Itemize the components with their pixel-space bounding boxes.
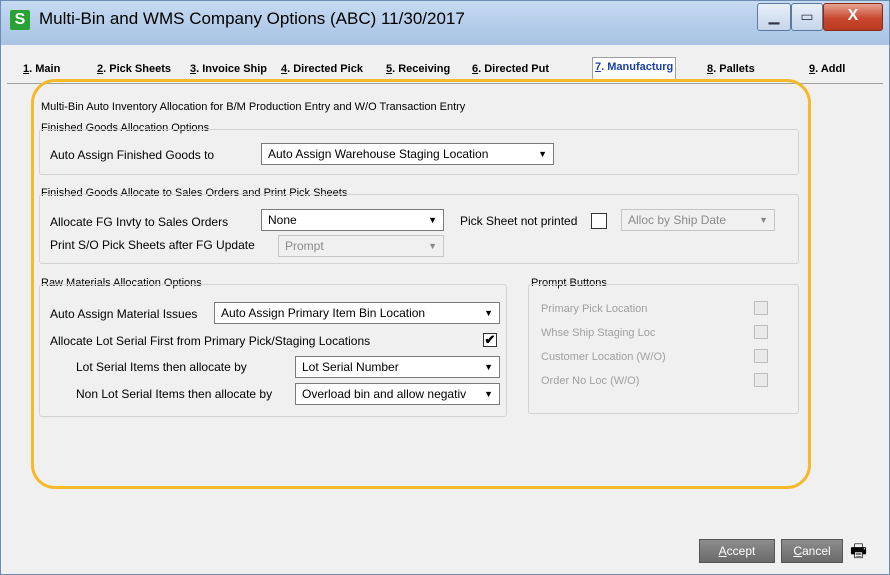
tab-label: . Pallets (713, 63, 755, 75)
section-heading: Multi-Bin Auto Inventory Allocation for … (41, 101, 466, 113)
cancel-label: ancel (801, 544, 831, 558)
alloc-by-select[interactable]: Alloc by Ship Date ▼ (621, 209, 775, 231)
minimize-button[interactable]: ▁ (757, 3, 791, 31)
tab-directed-pick[interactable]: 4. Directed Pick (281, 63, 363, 75)
printer-icon[interactable]: 🖶 (850, 539, 867, 569)
lot-serial-items-value: Lot Serial Number (302, 360, 399, 374)
chevron-down-icon: ▼ (484, 362, 493, 372)
tab-main[interactable]: 1. Main (23, 63, 60, 75)
cancel-hotkey: C (793, 544, 802, 558)
order-no-loc-checkbox[interactable] (754, 373, 768, 387)
accept-button[interactable]: Accept (699, 539, 775, 563)
tab-pick-sheets[interactable]: 2. Pick Sheets (97, 63, 171, 75)
accept-label: ccept (726, 544, 756, 558)
alloc-by-value: Alloc by Ship Date (628, 213, 727, 227)
whse-ship-staging-label: Whse Ship Staging Loc (541, 327, 656, 339)
tab-pallets[interactable]: 8. Pallets (707, 63, 755, 75)
chevron-down-icon: ▼ (538, 149, 547, 159)
print-pick-sheets-value: Prompt (285, 239, 324, 253)
lot-serial-first-checkbox[interactable]: ✔ (483, 333, 497, 347)
tab-label: . Directed Pick (287, 63, 363, 75)
allocate-fg-label: Allocate FG Invty to Sales Orders (50, 215, 229, 229)
pick-sheet-not-printed-checkbox[interactable] (591, 213, 607, 229)
tab-label: . Invoice Ship (196, 63, 268, 75)
allocate-fg-select[interactable]: None ▼ (261, 209, 444, 231)
client-area: 1. Main 2. Pick Sheets 3. Invoice Ship 4… (7, 45, 883, 570)
auto-assign-material-label: Auto Assign Material Issues (50, 307, 198, 321)
tab-label: . Directed Put (478, 63, 550, 75)
non-lot-serial-items-select[interactable]: Overload bin and allow negativ ▼ (295, 383, 500, 405)
close-button[interactable]: X (823, 3, 883, 31)
lot-serial-items-label: Lot Serial Items then allocate by (76, 360, 247, 374)
non-lot-serial-items-value: Overload bin and allow negativ (302, 387, 467, 401)
auto-assign-material-value: Auto Assign Primary Item Bin Location (221, 306, 426, 320)
auto-assign-material-select[interactable]: Auto Assign Primary Item Bin Location ▼ (214, 302, 500, 324)
chevron-down-icon: ▼ (759, 215, 768, 225)
print-pick-sheets-label: Print S/O Pick Sheets after FG Update (50, 238, 255, 252)
auto-assign-fg-select[interactable]: Auto Assign Warehouse Staging Location ▼ (261, 143, 554, 165)
chevron-down-icon: ▼ (428, 241, 437, 251)
tab-invoice-ship[interactable]: 3. Invoice Ship (190, 63, 267, 75)
tab-label: . Receiving (392, 63, 451, 75)
allocate-fg-value: None (268, 213, 297, 227)
order-no-loc-label: Order No Loc (W/O) (541, 375, 640, 387)
auto-assign-fg-value: Auto Assign Warehouse Staging Location (268, 147, 489, 161)
maximize-button[interactable]: ▭ (791, 3, 823, 31)
lot-serial-items-select[interactable]: Lot Serial Number ▼ (295, 356, 500, 378)
checkmark-icon: ✔ (484, 332, 496, 347)
chevron-down-icon: ▼ (484, 308, 493, 318)
accept-hotkey: A (718, 544, 727, 558)
sage-logo-icon: S (10, 10, 30, 30)
customer-location-label: Customer Location (W/O) (541, 351, 666, 363)
options-window: S Multi-Bin and WMS Company Options (ABC… (0, 0, 890, 575)
tab-directed-put[interactable]: 6. Directed Put (472, 63, 549, 75)
tab-manufacturing[interactable]: 7. Manufacturg (592, 57, 677, 81)
tab-label: . Manufacturg (601, 61, 674, 73)
pick-sheet-not-printed-label: Pick Sheet not printed (460, 214, 578, 228)
chevron-down-icon: ▼ (484, 389, 493, 399)
whse-ship-staging-checkbox[interactable] (754, 325, 768, 339)
print-pick-sheets-select[interactable]: Prompt ▼ (278, 235, 444, 257)
primary-pick-location-checkbox[interactable] (754, 301, 768, 315)
tab-label: . Addl (815, 63, 846, 75)
minimize-icon: ▁ (768, 8, 780, 24)
close-icon: X (847, 7, 859, 24)
tab-receiving[interactable]: 5. Receiving (386, 63, 450, 75)
auto-assign-fg-label: Auto Assign Finished Goods to (50, 148, 215, 162)
tab-addl[interactable]: 9. Addl (809, 63, 845, 75)
chevron-down-icon: ▼ (428, 215, 437, 225)
window-title: Multi-Bin and WMS Company Options (ABC) … (39, 9, 465, 28)
customer-location-checkbox[interactable] (754, 349, 768, 363)
primary-pick-location-label: Primary Pick Location (541, 303, 648, 315)
maximize-icon: ▭ (800, 8, 814, 24)
lot-serial-first-label: Allocate Lot Serial First from Primary P… (50, 334, 371, 348)
cancel-button[interactable]: Cancel (781, 539, 843, 563)
title-bar: S Multi-Bin and WMS Company Options (ABC… (1, 1, 889, 45)
non-lot-serial-items-label: Non Lot Serial Items then allocate by (76, 387, 273, 401)
tab-label: . Pick Sheets (103, 63, 171, 75)
tab-label: . Main (29, 63, 61, 75)
tab-strip: 1. Main 2. Pick Sheets 3. Invoice Ship 4… (7, 55, 883, 84)
